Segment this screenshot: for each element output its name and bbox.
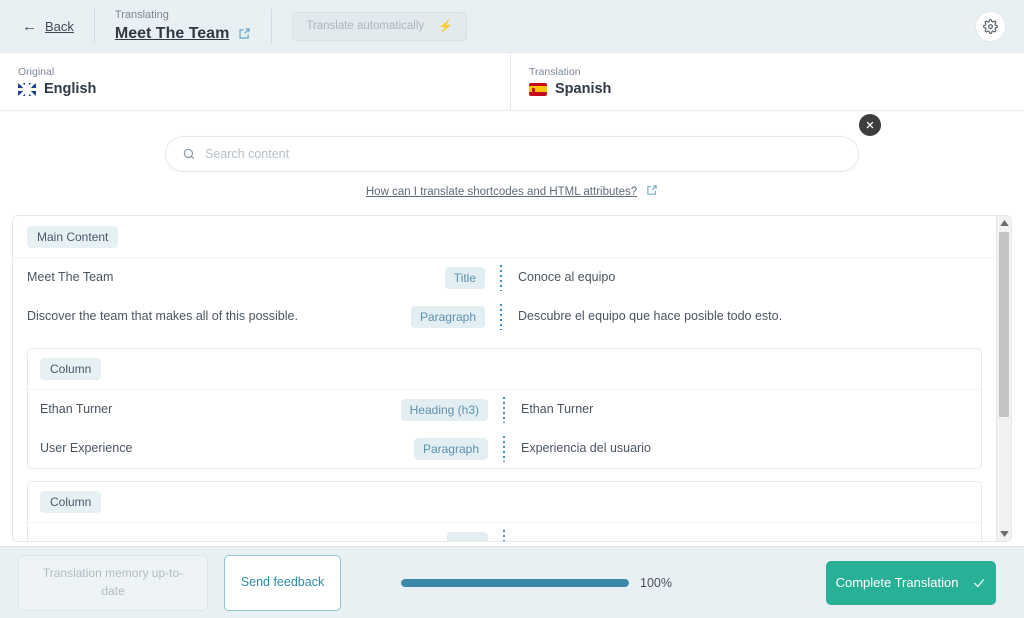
complete-translation-label: Complete Translation <box>835 575 959 590</box>
flag-united-kingdom-icon <box>18 82 36 96</box>
scroll-up-arrow-icon[interactable] <box>997 216 1011 230</box>
segment-divider-dots <box>497 303 504 330</box>
translation-language-row: Spanish <box>529 81 1024 97</box>
segment-divider-dots <box>500 435 507 462</box>
arrow-left-icon: ← <box>22 17 37 35</box>
translating-label: Translating <box>114 8 169 21</box>
back-button-label: Back <box>45 18 74 34</box>
segment-divider-dots <box>497 264 504 291</box>
segment-target-text: Descubre el equipo que hace posible todo… <box>518 308 783 323</box>
settings-button[interactable] <box>975 11 1006 42</box>
segment-type-badge: Title <box>444 266 485 289</box>
translation-memory-button[interactable]: Translation memory up-to-date <box>18 554 208 611</box>
segment-target-text: Experiencia del usuario <box>521 440 651 455</box>
segment-source: Ethan Turner Heading (h3) <box>28 390 500 429</box>
segment-target[interactable]: Experiencia del usuario <box>507 429 981 468</box>
segment-divider-dots <box>500 529 507 541</box>
app-footer: Translation memory up-to-date Send feedb… <box>0 546 1024 618</box>
original-language-row: English <box>18 81 510 97</box>
segment-target[interactable]: Conoce al equipo <box>504 258 996 297</box>
table-row[interactable] <box>28 523 981 541</box>
original-language-name: English <box>44 81 97 97</box>
original-label: Original <box>18 66 55 78</box>
segment-target[interactable] <box>507 523 981 541</box>
search-wrapper <box>165 114 881 172</box>
translation-editor-app: ← Back Translating Meet The Team Transla… <box>0 0 1024 618</box>
column-group-1: Column Ethan Turner Heading (h3) Ethan T… <box>27 348 982 469</box>
header-divider-1 <box>93 9 95 43</box>
header-divider-2 <box>271 9 273 43</box>
search-input[interactable] <box>205 147 842 161</box>
segment-source: Discover the team that makes all of this… <box>13 297 497 336</box>
segment-target[interactable]: Ethan Turner <box>507 390 981 429</box>
segment-source: Meet The Team Title <box>13 258 497 297</box>
progress-zone: 100% <box>401 576 672 590</box>
search-area: How can I translate shortcodes and HTML … <box>0 111 1024 201</box>
segment-source-text: User Experience <box>40 440 133 455</box>
language-bar: Original English Translation Spanish <box>0 53 1024 111</box>
table-row[interactable]: Ethan Turner Heading (h3) Ethan Turner <box>28 390 981 429</box>
lightning-bolt-icon: ⚡ <box>438 19 454 33</box>
gear-icon <box>983 19 998 34</box>
app-header: ← Back Translating Meet The Team Transla… <box>0 0 1024 53</box>
translation-label: Translation <box>529 66 581 78</box>
segment-type-badge: Paragraph <box>410 305 485 328</box>
main-content-group-header: Main Content <box>13 216 996 258</box>
segment-target[interactable]: Descubre el equipo que hace posible todo… <box>504 297 996 336</box>
column-group-header: Column <box>28 482 981 523</box>
segment-target-text: Conoce al equipo <box>518 269 616 284</box>
translation-language-name: Spanish <box>555 81 612 97</box>
document-title-row: Meet The Team <box>115 24 251 43</box>
segment-source-text: Discover the team that makes all of this… <box>27 308 298 323</box>
content-scroll-area: Main Content Meet The Team Title Conoce … <box>13 216 996 541</box>
segment-source: User Experience Paragraph <box>28 429 500 468</box>
segment-source-text: Meet The Team <box>27 269 114 284</box>
column-group-2: Column <box>27 481 982 541</box>
original-language-column: Original English <box>0 66 510 97</box>
translation-language-column: Translation Spanish <box>510 53 1024 110</box>
external-link-icon[interactable] <box>238 27 251 40</box>
segment-type-badge: Heading (h3) <box>400 398 488 421</box>
table-row[interactable]: User Experience Paragraph Experiencia de… <box>28 429 981 468</box>
progress-bar <box>401 578 629 587</box>
column-tag: Column <box>40 491 102 513</box>
content-scrollbar[interactable] <box>996 216 1011 541</box>
complete-translation-button[interactable]: Complete Translation <box>826 560 996 605</box>
segment-target-text: Ethan Turner <box>521 401 594 416</box>
document-title[interactable]: Meet The Team <box>115 24 229 43</box>
column-tag: Column <box>40 358 102 380</box>
content-list: Main Content Meet The Team Title Conoce … <box>13 216 996 541</box>
help-row: How can I translate shortcodes and HTML … <box>0 183 1024 201</box>
back-button[interactable]: ← Back <box>22 19 74 34</box>
check-icon <box>974 578 985 587</box>
translate-automatically-button[interactable]: Translate automatically ⚡ <box>292 11 468 41</box>
segment-divider-dots <box>500 396 507 423</box>
close-icon <box>866 121 874 129</box>
content-panel: Main Content Meet The Team Title Conoce … <box>12 215 1012 542</box>
help-external-link-icon[interactable] <box>646 183 658 201</box>
table-row[interactable]: Meet The Team Title Conoce al equipo <box>13 258 996 297</box>
segment-type-badge: Paragraph <box>413 437 488 460</box>
search-box[interactable] <box>165 136 859 172</box>
translate-automatically-label: Translate automatically <box>306 20 425 32</box>
flag-spain-icon <box>529 82 547 96</box>
progress-bar-fill <box>401 578 629 587</box>
scrollbar-thumb[interactable] <box>999 232 1009 417</box>
segment-type-badge <box>446 531 488 541</box>
main-content-tag: Main Content <box>27 225 119 248</box>
scroll-down-arrow-icon[interactable] <box>997 527 1011 541</box>
document-title-block: Translating Meet The Team <box>115 9 251 43</box>
search-icon <box>183 148 195 160</box>
segment-source-text: Ethan Turner <box>40 401 113 416</box>
close-search-button[interactable] <box>859 114 881 136</box>
table-row[interactable]: Discover the team that makes all of this… <box>13 297 996 336</box>
send-feedback-button[interactable]: Send feedback <box>224 554 341 611</box>
segment-source <box>28 523 500 541</box>
progress-percent-label: 100% <box>640 575 672 590</box>
column-group-header: Column <box>28 349 981 390</box>
help-link[interactable]: How can I translate shortcodes and HTML … <box>366 186 637 198</box>
content-panel-wrapper: Main Content Meet The Team Title Conoce … <box>0 201 1024 546</box>
